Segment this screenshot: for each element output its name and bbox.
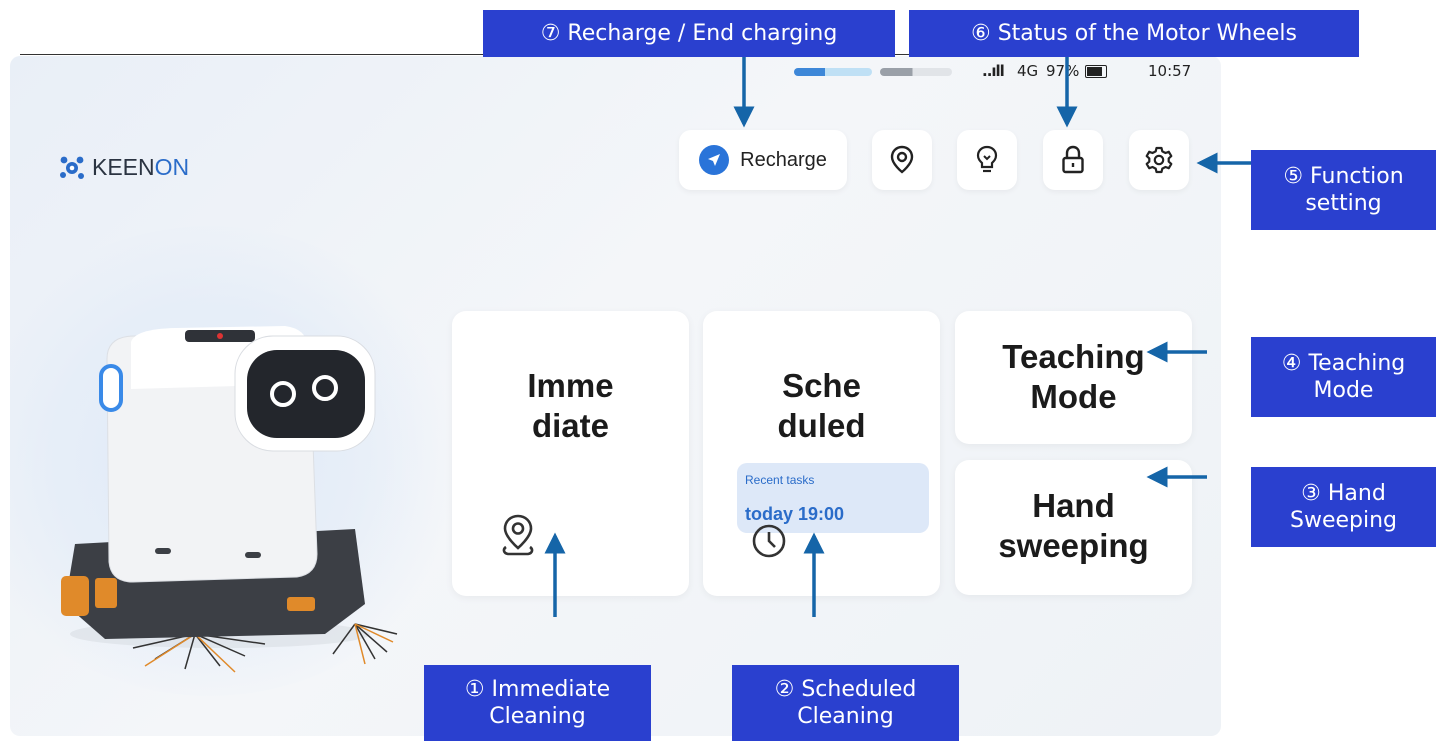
callout-motor-wheels-text: ⑥ Status of the Motor Wheels bbox=[970, 21, 1297, 46]
callout-function-line2: setting bbox=[1305, 191, 1382, 216]
callout-hand-sweeping: ③ Hand Sweeping bbox=[1251, 467, 1436, 547]
callout-teaching-mode: ④ Teaching Mode bbox=[1251, 337, 1436, 417]
callout-scheduled-cleaning: ② Scheduled Cleaning bbox=[732, 665, 959, 741]
callout-function-line1: ⑤ Function bbox=[1283, 164, 1404, 189]
callout-motor-wheels: ⑥ Status of the Motor Wheels bbox=[909, 10, 1359, 57]
callout-teaching-line2: Mode bbox=[1313, 378, 1374, 403]
callout-hand-line2: Sweeping bbox=[1289, 508, 1397, 533]
callout-immediate-line1: ① Immediate bbox=[464, 677, 611, 702]
annotation-arrows bbox=[544, 55, 1251, 617]
callout-hand-line1: ③ Hand bbox=[1301, 481, 1386, 506]
callout-scheduled-line2: Cleaning bbox=[797, 704, 894, 729]
callout-recharge-text: ⑦ Recharge / End charging bbox=[540, 21, 838, 46]
callout-scheduled-line1: ② Scheduled bbox=[774, 677, 917, 702]
callout-teaching-line1: ④ Teaching bbox=[1281, 351, 1406, 376]
callout-immediate-line2: Cleaning bbox=[489, 704, 586, 729]
callout-immediate-cleaning: ① Immediate Cleaning bbox=[424, 665, 651, 741]
callout-function-setting: ⑤ Function setting bbox=[1251, 150, 1436, 230]
callout-recharge: ⑦ Recharge / End charging bbox=[483, 10, 895, 57]
